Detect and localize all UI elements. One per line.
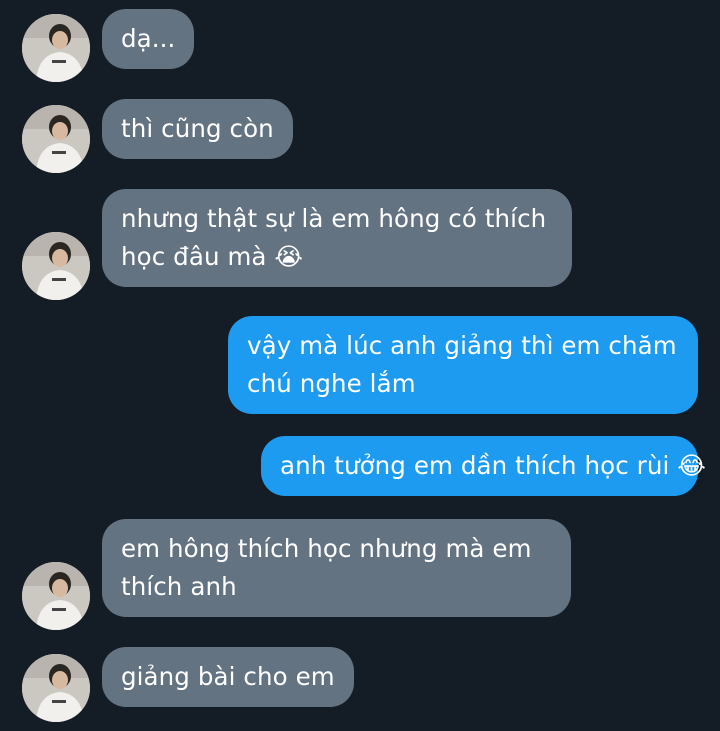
incoming-message[interactable]: giảng bài cho em [102,647,354,707]
message-line: vậy mà lúc anh giảng thì em chăm [247,331,677,360]
message-line: thì cũng còn [121,114,274,143]
message-line: anh tưởng em dần thích học rùi 😂 [280,451,706,480]
avatar[interactable] [22,562,90,630]
message-line: giảng bài cho em [121,662,335,691]
incoming-message[interactable]: thì cũng còn [102,99,293,159]
message-line: thích anh [121,572,237,601]
avatar[interactable] [22,654,90,722]
incoming-message[interactable]: dạ... [102,9,195,69]
avatar[interactable] [22,105,90,173]
message-line: em hông thích học nhưng mà em [121,534,532,563]
outgoing-message[interactable]: anh tưởng em dần thích học rùi 😂 [261,436,706,496]
incoming-message[interactable]: nhưng thật sự là em hông có thích học đâ… [102,189,572,287]
message-line: học đâu mà 😭 [121,242,304,271]
avatar[interactable] [22,232,90,300]
avatar[interactable] [22,14,90,82]
incoming-message[interactable]: em hông thích học nhưng mà em thích anh [102,519,571,617]
outgoing-message[interactable]: vậy mà lúc anh giảng thì em chăm chú ngh… [228,316,698,414]
message-line: dạ... [121,24,176,53]
message-line: nhưng thật sự là em hông có thích [121,204,547,233]
message-line: chú nghe lắm [247,369,416,398]
